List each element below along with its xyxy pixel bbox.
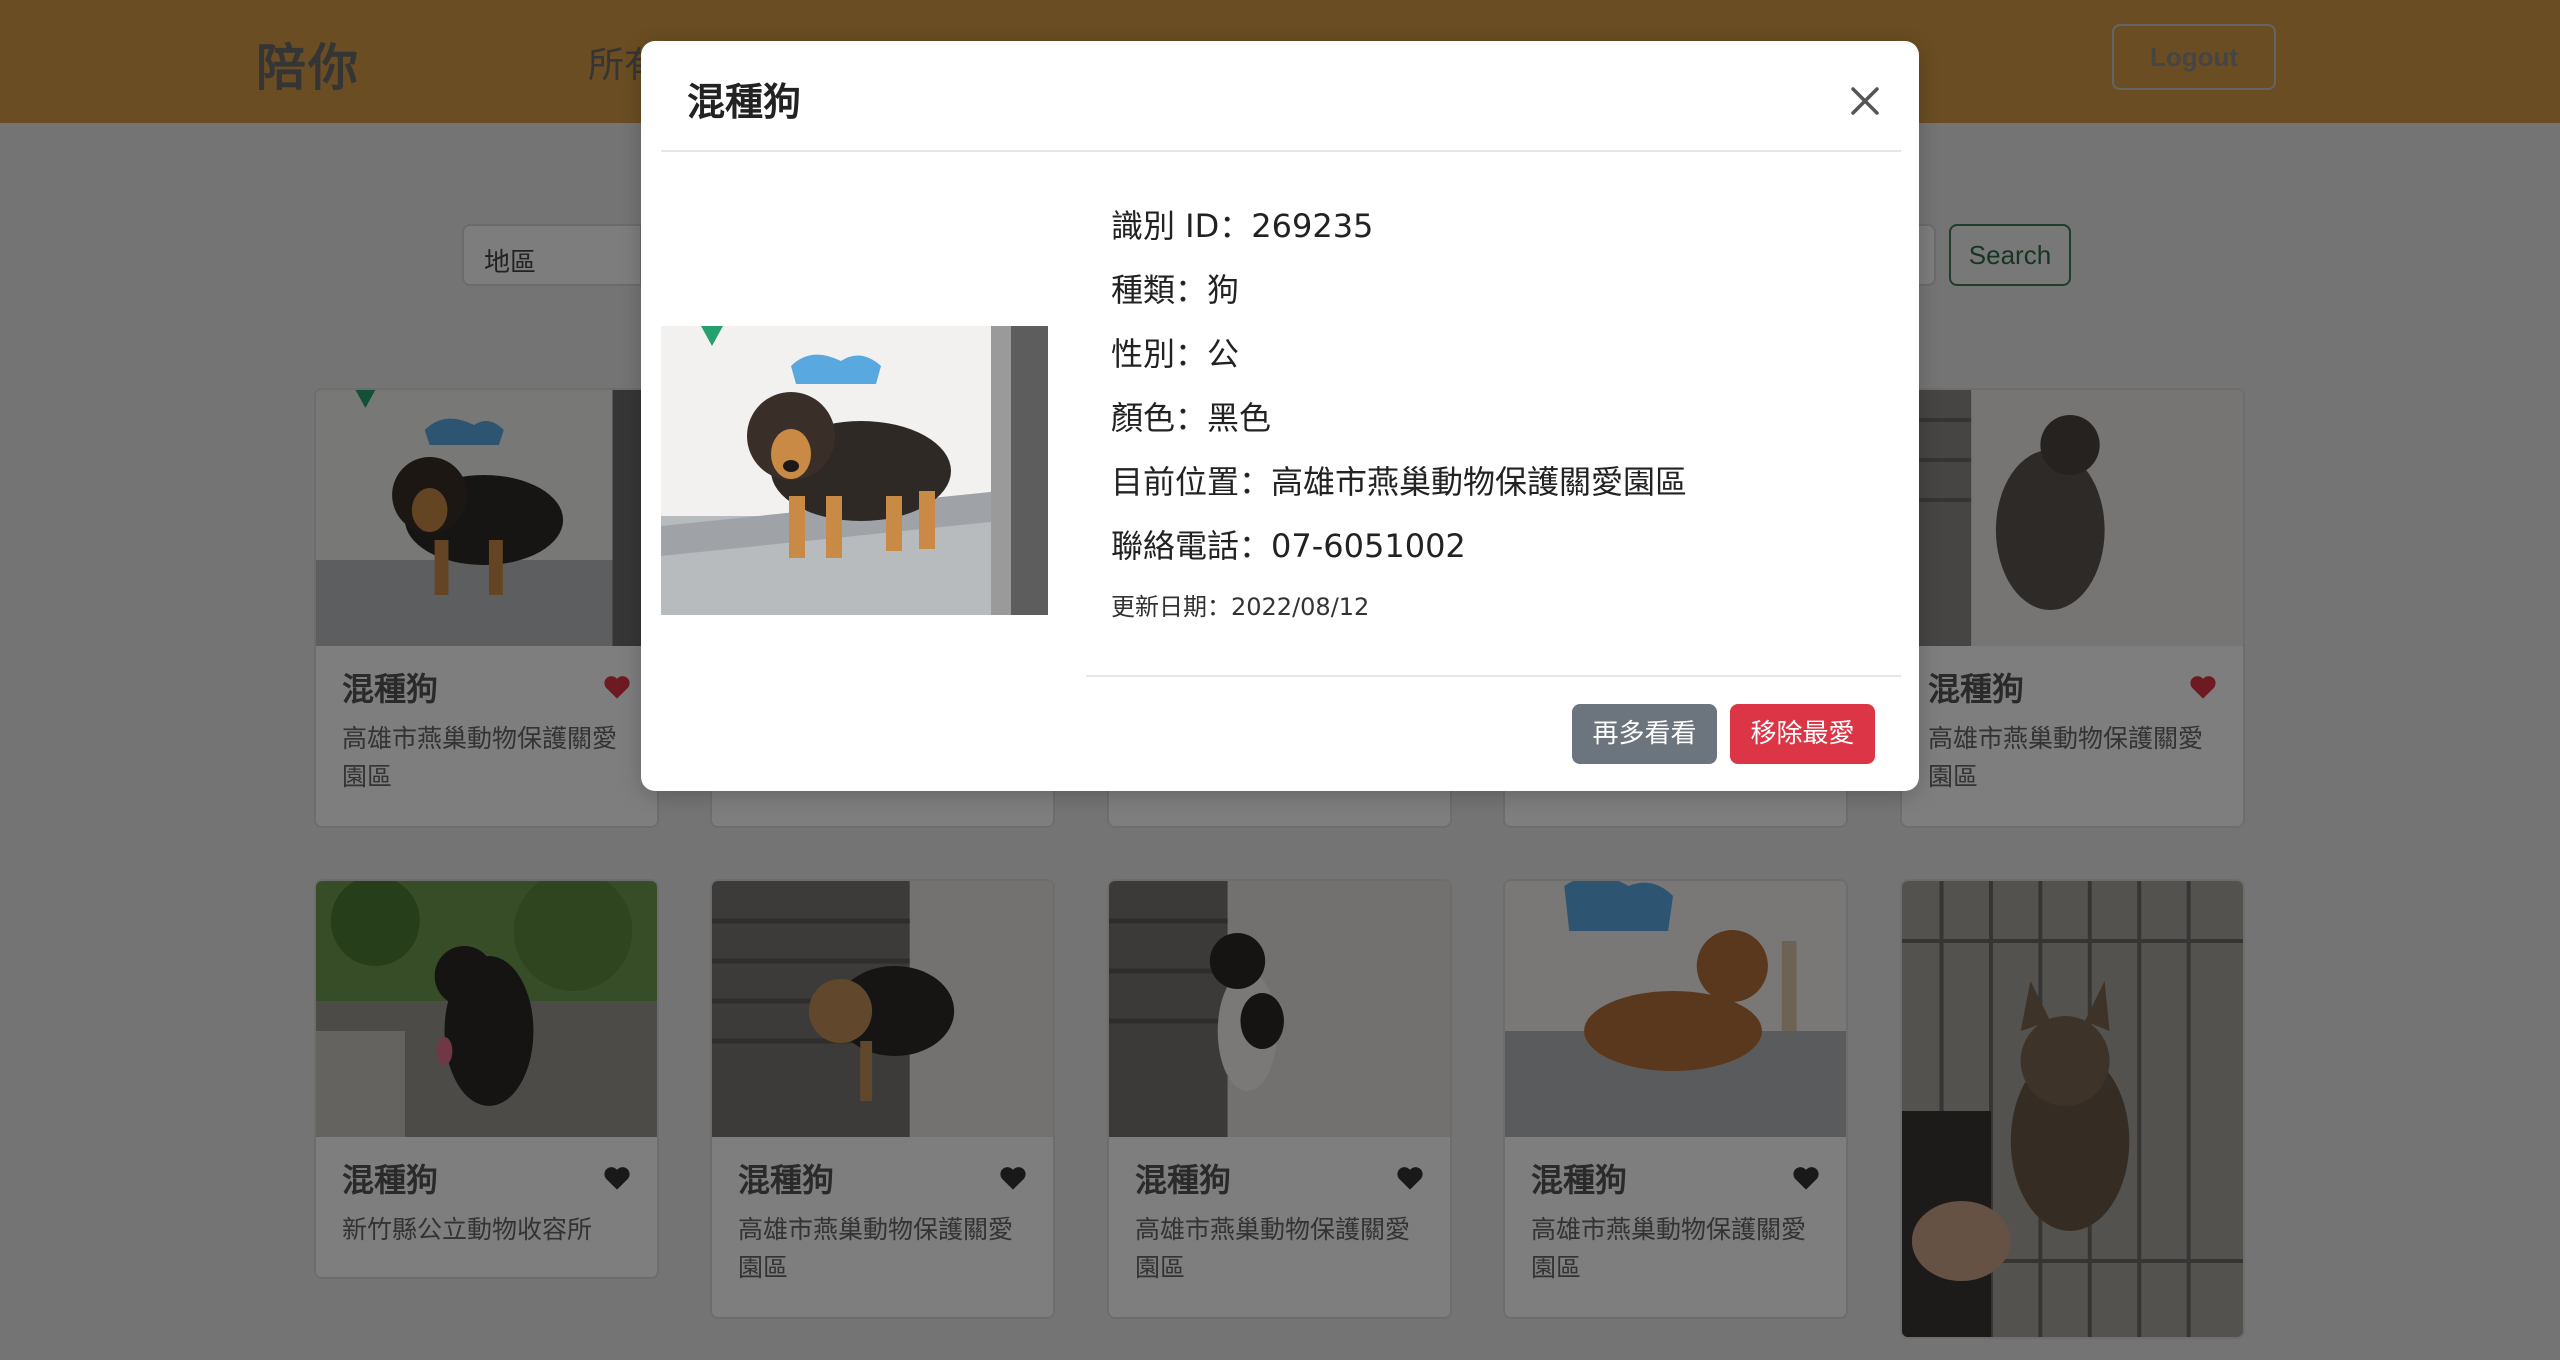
modal-title: 混種狗 xyxy=(687,80,802,124)
remove-favorite-button[interactable]: 移除最愛 xyxy=(1730,704,1875,764)
see-more-button[interactable]: 再多看看 xyxy=(1572,704,1717,764)
modal-footer-divider xyxy=(1086,675,1901,677)
info-phone: 聯絡電話：07-6051002 xyxy=(1111,527,1466,565)
animal-photo xyxy=(661,326,1048,615)
modal-header-divider xyxy=(661,150,1901,152)
info-kind: 種類：狗 xyxy=(1111,271,1240,309)
info-id: 識別 ID：269235 xyxy=(1111,207,1374,245)
info-location: 目前位置：高雄市燕巢動物保護關愛園區 xyxy=(1111,463,1688,501)
animal-detail-modal: 混種狗 識別 ID：269235 種類：狗 性別：公 顏色：黑色 目前位置：高雄… xyxy=(641,41,1919,791)
info-updated-date: 更新日期：2022/08/12 xyxy=(1111,593,1370,621)
close-icon[interactable] xyxy=(1841,77,1889,125)
info-color: 顏色：黑色 xyxy=(1111,399,1272,437)
info-sex: 性別：公 xyxy=(1111,335,1240,373)
